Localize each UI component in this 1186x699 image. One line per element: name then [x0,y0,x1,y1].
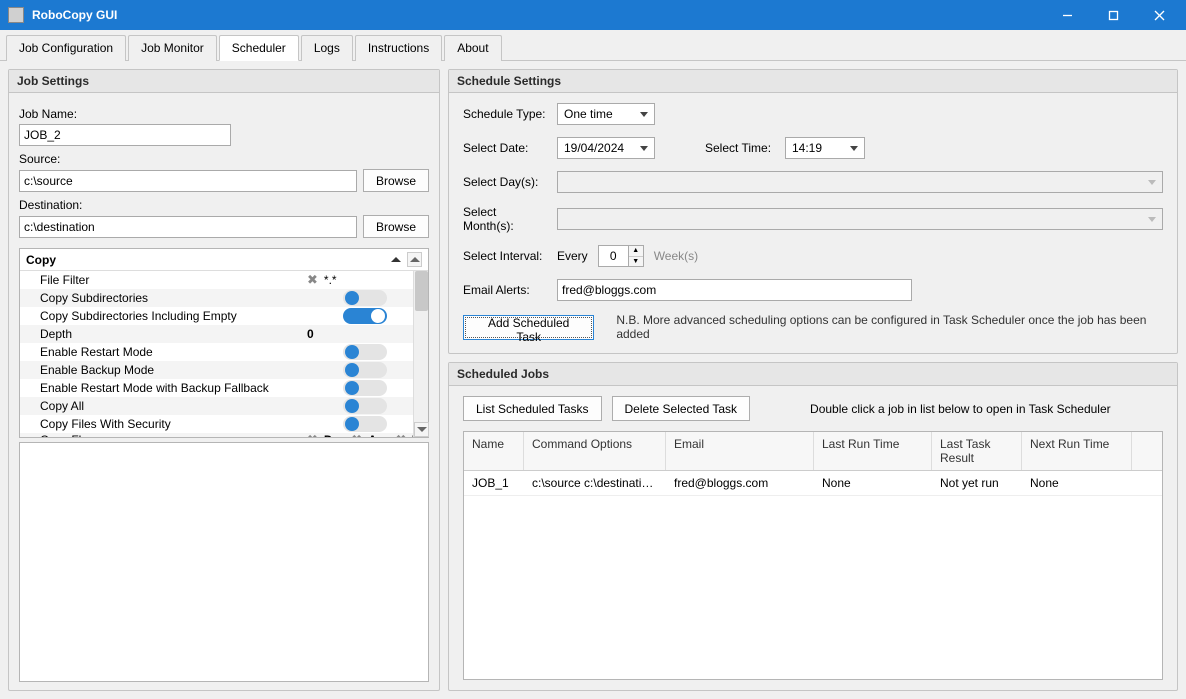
collapse-icon[interactable] [391,257,401,262]
row-email: fred@bloggs.com [666,471,814,495]
title-bar: RoboCopy GUI [0,0,1186,30]
job-name-input[interactable] [19,124,231,146]
col-next-run[interactable]: Next Run Time [1022,432,1132,470]
tab-strip: Job Configuration Job Monitor Scheduler … [0,30,1186,61]
grid-header: Name Command Options Email Last Run Time… [464,432,1162,471]
tab-job-configuration[interactable]: Job Configuration [6,35,126,61]
toggle-restart-backup-fallback[interactable] [343,380,387,396]
col-last-result[interactable]: Last Task Result [932,432,1022,470]
select-months-label: Select Month(s): [463,205,547,233]
scroll-up-icon[interactable] [407,252,422,267]
col-name[interactable]: Name [464,432,524,470]
list-scheduled-tasks-button[interactable]: List Scheduled Tasks [463,396,602,421]
add-scheduled-task-button[interactable]: Add Scheduled Task [463,315,594,340]
clear-icon[interactable]: ✖ [307,272,318,288]
app-icon [8,7,24,23]
scroll-down-icon[interactable] [414,422,429,437]
log-output-area [19,442,429,682]
col-last-run[interactable]: Last Run Time [814,432,932,470]
opt-copy-subdirs-empty: Copy Subdirectories Including Empty [40,309,307,323]
row-command: c:\source c:\destination "... [524,471,666,495]
copy-options-section: Copy File Filter✖ *.* Copy Subdirectorie… [19,248,429,438]
date-select[interactable]: 19/04/2024 [557,137,655,159]
open-in-scheduler-hint: Double click a job in list below to open… [810,402,1111,416]
delete-selected-task-button[interactable]: Delete Selected Task [612,396,751,421]
destination-input[interactable] [19,216,357,238]
interval-spinner[interactable]: ▲▼ [598,245,644,267]
destination-label: Destination: [19,198,429,212]
scheduled-jobs-grid[interactable]: Name Command Options Email Last Run Time… [463,431,1163,680]
row-last-result: Not yet run [932,471,1022,495]
select-days-label: Select Day(s): [463,175,547,189]
select-date-label: Select Date: [463,141,547,155]
opt-file-filter: File Filter [40,273,307,287]
toggle-copy-subdirs[interactable] [343,290,387,306]
toggle-backup-mode[interactable] [343,362,387,378]
col-email[interactable]: Email [666,432,814,470]
scheduled-jobs-panel: Scheduled Jobs List Scheduled Tasks Dele… [448,362,1178,691]
options-scrollbar[interactable] [413,271,428,437]
flag-d-clear-icon[interactable]: ✖ [307,432,318,437]
tab-logs[interactable]: Logs [301,35,353,61]
flag-t-clear-icon[interactable]: ✖ [396,432,407,437]
browse-source-button[interactable]: Browse [363,169,429,192]
close-button[interactable] [1136,0,1182,30]
job-name-label: Job Name: [19,107,429,121]
days-select [557,171,1163,193]
opt-depth: Depth [40,327,307,341]
job-settings-panel: Job Settings Job Name: Source: Browse De… [8,69,440,691]
months-select [557,208,1163,230]
interval-value-input[interactable] [598,245,628,267]
toggle-copy-subdirs-empty[interactable] [343,308,387,324]
maximize-button[interactable] [1090,0,1136,30]
tab-instructions[interactable]: Instructions [355,35,442,61]
interval-every-label: Every [557,249,588,263]
col-command[interactable]: Command Options [524,432,666,470]
scheduled-jobs-header: Scheduled Jobs [449,363,1177,386]
email-alerts-label: Email Alerts: [463,283,547,297]
email-alerts-input[interactable] [557,279,912,301]
opt-backup-mode: Enable Backup Mode [40,363,307,377]
toggle-restart-mode[interactable] [343,344,387,360]
depth-value[interactable]: 0 [307,327,314,341]
opt-copy-all: Copy All [40,399,307,413]
opt-copy-security: Copy Files With Security [40,417,307,431]
row-name: JOB_1 [464,471,524,495]
schedule-type-label: Schedule Type: [463,107,547,121]
job-settings-header: Job Settings [9,70,439,93]
toggle-copy-all[interactable] [343,398,387,414]
opt-copy-flags: Copy Flags [40,433,307,437]
app-title: RoboCopy GUI [32,8,1044,22]
opt-restart-backup-fallback: Enable Restart Mode with Backup Fallback [40,381,307,395]
schedule-settings-panel: Schedule Settings Schedule Type: One tim… [448,69,1178,354]
toggle-copy-security[interactable] [343,416,387,432]
add-task-note: N.B. More advanced scheduling options ca… [616,313,1163,341]
row-next-run: None [1022,471,1132,495]
flag-a-clear-icon[interactable]: ✖ [351,432,362,437]
table-row[interactable]: JOB_1 c:\source c:\destination "... fred… [464,471,1162,496]
interval-unit: Week(s) [654,249,698,263]
select-time-label: Select Time: [705,141,775,155]
source-label: Source: [19,152,429,166]
row-last-run: None [814,471,932,495]
copy-section-label: Copy [26,253,56,267]
opt-copy-subdirs: Copy Subdirectories [40,291,307,305]
time-select[interactable]: 14:19 [785,137,865,159]
minimize-button[interactable] [1044,0,1090,30]
file-filter-value[interactable]: *.* [324,273,337,287]
opt-restart-mode: Enable Restart Mode [40,345,307,359]
schedule-settings-header: Schedule Settings [449,70,1177,93]
tab-about[interactable]: About [444,35,501,61]
source-input[interactable] [19,170,357,192]
select-interval-label: Select Interval: [463,249,547,263]
schedule-type-select[interactable]: One time [557,103,655,125]
browse-destination-button[interactable]: Browse [363,215,429,238]
tab-scheduler[interactable]: Scheduler [219,35,299,61]
tab-job-monitor[interactable]: Job Monitor [128,35,217,61]
